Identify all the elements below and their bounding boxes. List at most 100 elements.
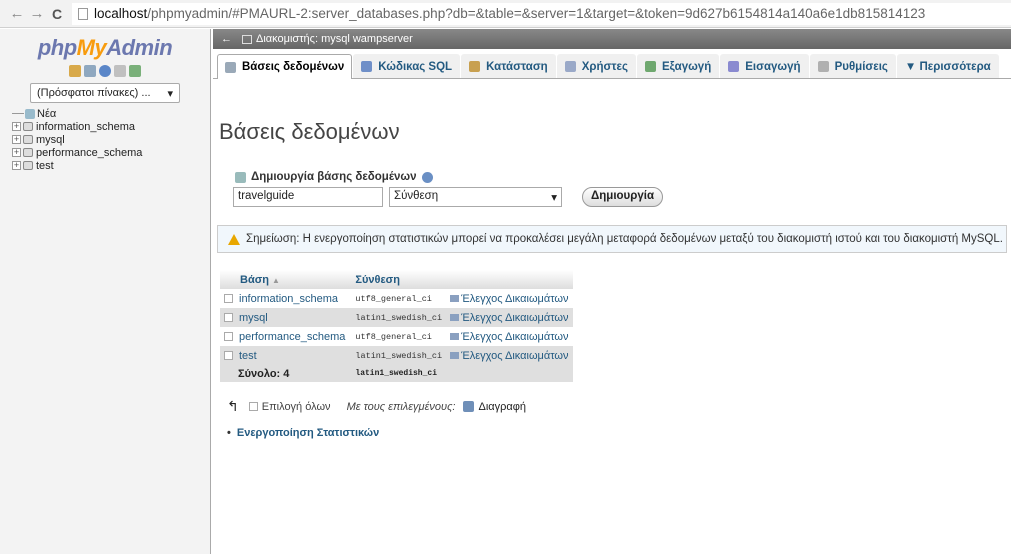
warning-icon [228, 233, 240, 245]
tree-item-mysql[interactable]: + mysql [12, 133, 210, 146]
logout-icon[interactable] [84, 65, 96, 77]
database-link[interactable]: information_schema [239, 293, 338, 305]
delete-button[interactable]: Διαγραφή [478, 401, 526, 413]
row-checkbox[interactable] [224, 351, 233, 361]
total-text: Σύνολο: 4 [238, 367, 290, 380]
reload-icon[interactable]: C [48, 6, 66, 22]
navigation-sidebar: phpMyAdmin (Πρόσφατοι πίνακες) ... ▾ Νέα… [0, 29, 211, 554]
bullet-icon: • [227, 427, 231, 439]
forward-icon[interactable]: → [28, 5, 46, 22]
tab-label: Χρήστες [581, 60, 628, 73]
tab-more[interactable]: ▼ Περισσότερα [896, 54, 999, 78]
enable-statistics-text[interactable]: Ενεργοποίηση Στατιστικών [237, 427, 379, 439]
tab-status[interactable]: Κατάσταση [461, 54, 556, 78]
check-privileges-link[interactable]: Έλεγχος Δικαιωμάτων [461, 350, 568, 362]
database-name-cell[interactable]: information_schema [220, 289, 350, 308]
table-row: test latin1_swedish_ci Έλεγχος Δικαιωμάτ… [220, 346, 573, 365]
select-all-checkbox[interactable] [248, 402, 258, 411]
help-icon[interactable] [99, 65, 111, 77]
action-cell[interactable]: Έλεγχος Δικαιωμάτων [446, 327, 573, 346]
tree-item-information-schema[interactable]: + information_schema [12, 120, 210, 133]
delete-icon[interactable] [463, 401, 475, 412]
database-link[interactable]: performance_schema [239, 331, 345, 343]
collation-select-value: Σύνθεση [394, 190, 439, 202]
action-cell[interactable]: Έλεγχος Δικαιωμάτων [446, 289, 573, 308]
privileges-icon [450, 295, 460, 303]
docs-icon[interactable] [114, 65, 126, 77]
tab-import[interactable]: Εισαγωγή [720, 54, 809, 78]
logo-admin: Admin [106, 35, 173, 60]
database-name-cell[interactable]: performance_schema [220, 327, 350, 346]
sql-icon [361, 61, 373, 72]
tab-export[interactable]: Εξαγωγή [636, 54, 720, 78]
tree-item-new[interactable]: Νέα [12, 107, 210, 120]
database-tree: Νέα + information_schema + mysql + perfo… [0, 107, 210, 172]
select-all-label[interactable]: Επιλογή όλων [262, 401, 331, 413]
row-checkbox[interactable] [224, 332, 233, 342]
export-icon [644, 61, 656, 72]
action-cell[interactable]: Έλεγχος Δικαιωμάτων [446, 346, 573, 365]
with-selected-label: Με τους επιλεγμένους: [346, 400, 456, 413]
browser-toolbar: ← → C localhost/phpmyadmin/#PMAURL-2:ser… [0, 0, 1011, 28]
privileges-icon [450, 333, 460, 341]
column-header-database[interactable]: Βάση ▲ [220, 270, 350, 289]
phpmyadmin-logo[interactable]: phpMyAdmin [0, 35, 210, 61]
row-checkbox[interactable] [224, 294, 233, 304]
database-link[interactable]: test [239, 350, 257, 362]
recent-tables-select[interactable]: (Πρόσφατοι πίνακες) ... ▾ [30, 83, 180, 103]
tab-settings[interactable]: Ρυθμίσεις [809, 54, 896, 78]
total-empty-cell [446, 365, 573, 382]
create-button[interactable]: Δημιουργία [582, 187, 664, 207]
database-name-input[interactable]: travelguide [233, 187, 383, 207]
database-name-cell[interactable]: mysql [220, 308, 350, 327]
database-link[interactable]: mysql [239, 312, 268, 324]
check-privileges-link[interactable]: Έλεγχος Δικαιωμάτων [461, 312, 568, 324]
enable-statistics-link[interactable]: • Ενεργοποίηση Στατιστικών [227, 427, 1011, 439]
reload-nav-icon[interactable] [129, 65, 141, 77]
tab-label: Εισαγωγή [745, 60, 801, 73]
top-menu-tabs: Βάσεις δεδομένων Κώδικας SQL Κατάσταση Χ… [213, 49, 1011, 79]
expand-icon[interactable]: + [12, 161, 21, 170]
tab-databases[interactable]: Βάσεις δεδομένων [217, 54, 353, 79]
check-privileges-link[interactable]: Έλεγχος Δικαιωμάτων [461, 293, 568, 305]
expand-icon[interactable]: + [12, 148, 21, 157]
table-row: performance_schema utf8_general_ci Έλεγχ… [220, 327, 573, 346]
tree-item-label: test [36, 159, 54, 172]
tab-label: Κώδικας SQL [378, 60, 453, 73]
collapse-arrow-icon[interactable]: ← [221, 33, 232, 45]
table-row: mysql latin1_swedish_ci Έλεγχος Δικαιωμά… [220, 308, 573, 327]
row-checkbox[interactable] [224, 313, 233, 323]
column-header-actions [446, 270, 573, 289]
page-icon [78, 7, 88, 20]
databases-table: Βάση ▲ Σύνθεση information_schema utf8_g… [220, 270, 573, 382]
home-icon[interactable] [69, 65, 81, 77]
sidebar-quick-icons [0, 65, 210, 77]
main-panel: ← Διακομιστής: mysql wampserver Βάσεις δ… [213, 29, 1011, 554]
tree-line [12, 113, 24, 114]
tree-item-test[interactable]: + test [12, 159, 210, 172]
tab-sql[interactable]: Κώδικας SQL [353, 54, 461, 78]
url-host: localhost [94, 6, 148, 21]
tree-item-performance-schema[interactable]: + performance_schema [12, 146, 210, 159]
tree-item-label: information_schema [36, 120, 136, 133]
tab-label: Ρυθμίσεις [834, 60, 888, 73]
privileges-icon [450, 314, 460, 322]
new-database-icon [25, 108, 35, 119]
tab-users[interactable]: Χρήστες [556, 54, 636, 78]
column-header-collation[interactable]: Σύνθεση [349, 270, 447, 289]
check-privileges-link[interactable]: Έλεγχος Δικαιωμάτων [461, 331, 568, 343]
table-header-row: Βάση ▲ Σύνθεση [220, 270, 573, 289]
expand-icon[interactable]: + [12, 122, 21, 131]
action-cell[interactable]: Έλεγχος Δικαιωμάτων [446, 308, 573, 327]
address-bar[interactable]: localhost/phpmyadmin/#PMAURL-2:server_da… [72, 2, 1011, 25]
total-label: Σύνολο: 4 [220, 365, 350, 382]
help-icon[interactable] [421, 171, 433, 183]
create-database-label: Δημιουργία βάσης δεδομένων [235, 171, 1011, 183]
collation-select[interactable]: Σύνθεση ▾ [389, 187, 562, 207]
sort-asc-icon: ▲ [272, 275, 280, 285]
server-breadcrumb: ← Διακομιστής: mysql wampserver [213, 29, 1011, 49]
database-name-cell[interactable]: test [220, 346, 350, 365]
back-icon[interactable]: ← [8, 5, 26, 22]
expand-icon[interactable]: + [12, 135, 21, 144]
server-link[interactable]: Διακομιστής: mysql wampserver [256, 33, 413, 45]
